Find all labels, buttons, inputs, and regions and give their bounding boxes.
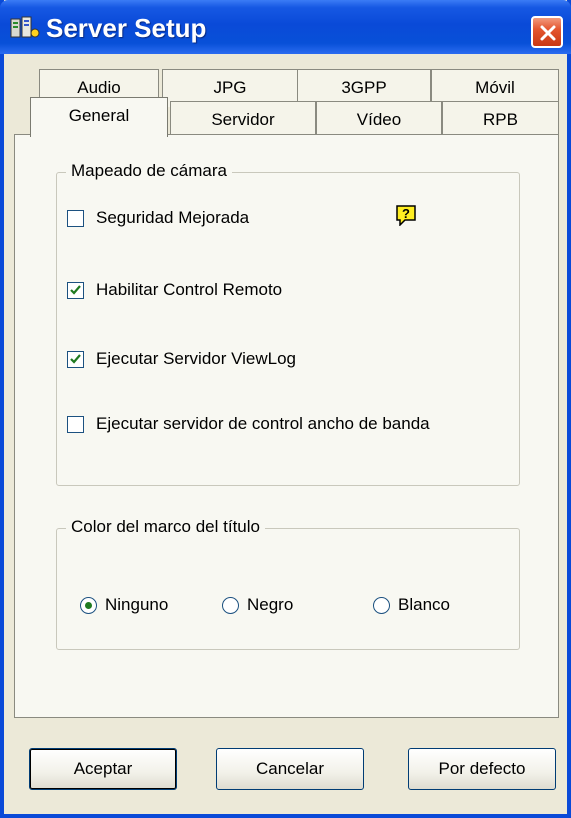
checkbox-box[interactable] bbox=[67, 209, 84, 227]
checkbox-box[interactable] bbox=[67, 281, 84, 299]
radio-ninguno[interactable]: Ninguno bbox=[80, 594, 168, 616]
title-bar[interactable]: Server Setup bbox=[0, 0, 571, 54]
close-button[interactable] bbox=[531, 16, 563, 48]
tab-general[interactable]: General bbox=[30, 97, 168, 137]
frame-color-legend: Color del marco del título bbox=[66, 517, 265, 537]
accept-button[interactable]: Aceptar bbox=[29, 748, 177, 790]
remote-control-label: Habilitar Control Remoto bbox=[96, 280, 283, 299]
camera-mapping-legend: Mapeado de cámara bbox=[66, 161, 232, 181]
radio-ninguno-label: Ninguno bbox=[105, 595, 169, 614]
radio-negro[interactable]: Negro bbox=[222, 594, 293, 616]
help-question-icon[interactable]: ? bbox=[395, 204, 417, 226]
close-icon bbox=[540, 25, 556, 41]
frame-color-group bbox=[56, 528, 520, 650]
svg-text:?: ? bbox=[402, 206, 410, 221]
window-title: Server Setup bbox=[46, 13, 207, 43]
checkmark-icon bbox=[70, 353, 81, 364]
checkbox-box[interactable] bbox=[67, 415, 84, 433]
bandwidth-server-label: Ejecutar servidor de control ancho de ba… bbox=[96, 414, 430, 433]
radio-selected-dot bbox=[85, 601, 92, 609]
radio-negro-label: Negro bbox=[247, 595, 294, 614]
enhanced-security-checkbox[interactable]: Seguridad Mejorada bbox=[67, 207, 249, 229]
checkbox-box[interactable] bbox=[67, 350, 84, 368]
remote-control-checkbox[interactable]: Habilitar Control Remoto bbox=[67, 279, 282, 301]
radio-circle[interactable] bbox=[373, 596, 390, 614]
defaults-button[interactable]: Por defecto bbox=[408, 748, 556, 790]
bandwidth-server-checkbox[interactable]: Ejecutar servidor de control ancho de ba… bbox=[67, 413, 430, 435]
viewlog-server-checkbox[interactable]: Ejecutar Servidor ViewLog bbox=[67, 348, 296, 370]
server-setup-icon bbox=[10, 16, 40, 38]
checkmark-icon bbox=[70, 284, 81, 295]
radio-blanco[interactable]: Blanco bbox=[373, 594, 450, 616]
radio-blanco-label: Blanco bbox=[398, 595, 450, 614]
cancel-button[interactable]: Cancelar bbox=[216, 748, 364, 790]
enhanced-security-label: Seguridad Mejorada bbox=[96, 208, 250, 227]
radio-circle[interactable] bbox=[80, 596, 97, 614]
viewlog-server-label: Ejecutar Servidor ViewLog bbox=[96, 349, 297, 368]
radio-circle[interactable] bbox=[222, 596, 239, 614]
active-tab-joint bbox=[32, 132, 166, 137]
